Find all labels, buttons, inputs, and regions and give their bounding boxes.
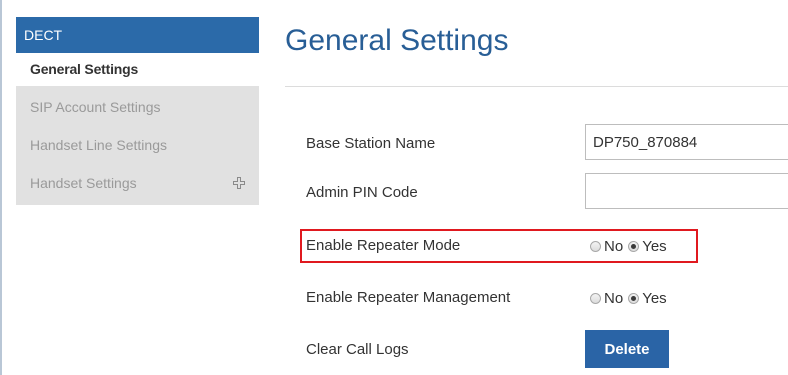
sidebar-submenu: SIP Account Settings Handset Line Settin… xyxy=(16,86,259,205)
repeater-management-yes-radio[interactable] xyxy=(628,293,640,304)
repeater-mode-yes-label: Yes xyxy=(642,238,667,255)
repeater-mode-no-radio[interactable] xyxy=(590,241,601,252)
sidebar-item-label: Handset Line Settings xyxy=(30,137,167,153)
admin-pin-code-input[interactable] xyxy=(585,173,788,209)
sidebar-item-handset-settings[interactable]: Handset Settings xyxy=(16,169,259,207)
sidebar-item-general-settings[interactable]: General Settings xyxy=(16,53,259,86)
repeater-management-no-label: No xyxy=(604,290,624,307)
title-divider xyxy=(285,86,788,87)
base-station-name-label: Base Station Name xyxy=(306,135,436,152)
delete-button[interactable]: Delete xyxy=(585,330,669,368)
sidebar-item-sip-account-settings[interactable]: SIP Account Settings xyxy=(16,93,259,131)
admin-pin-code-label: Admin PIN Code xyxy=(306,184,418,201)
expand-plus-icon[interactable] xyxy=(233,177,245,189)
sidebar-item-label: Handset Settings xyxy=(30,175,137,191)
repeater-mode-radio-group: No Yes xyxy=(590,238,672,255)
sidebar-header-dect[interactable]: DECT xyxy=(16,17,259,53)
enable-repeater-mode-label: Enable Repeater Mode xyxy=(306,237,461,254)
repeater-mode-yes-radio[interactable] xyxy=(628,241,640,252)
repeater-management-radio-group: No Yes xyxy=(590,290,672,307)
enable-repeater-management-label: Enable Repeater Management xyxy=(306,289,511,306)
window-left-border xyxy=(0,0,2,375)
repeater-mode-no-label: No xyxy=(604,238,624,255)
page-title: General Settings xyxy=(285,24,509,57)
sidebar-item-label: SIP Account Settings xyxy=(30,99,161,115)
sidebar: DECT General Settings SIP Account Settin… xyxy=(16,17,259,205)
sidebar-item-handset-line-settings[interactable]: Handset Line Settings xyxy=(16,131,259,169)
repeater-management-no-radio[interactable] xyxy=(590,293,601,304)
repeater-management-yes-label: Yes xyxy=(642,290,667,307)
base-station-name-input[interactable] xyxy=(585,124,788,160)
clear-call-logs-label: Clear Call Logs xyxy=(306,341,409,358)
